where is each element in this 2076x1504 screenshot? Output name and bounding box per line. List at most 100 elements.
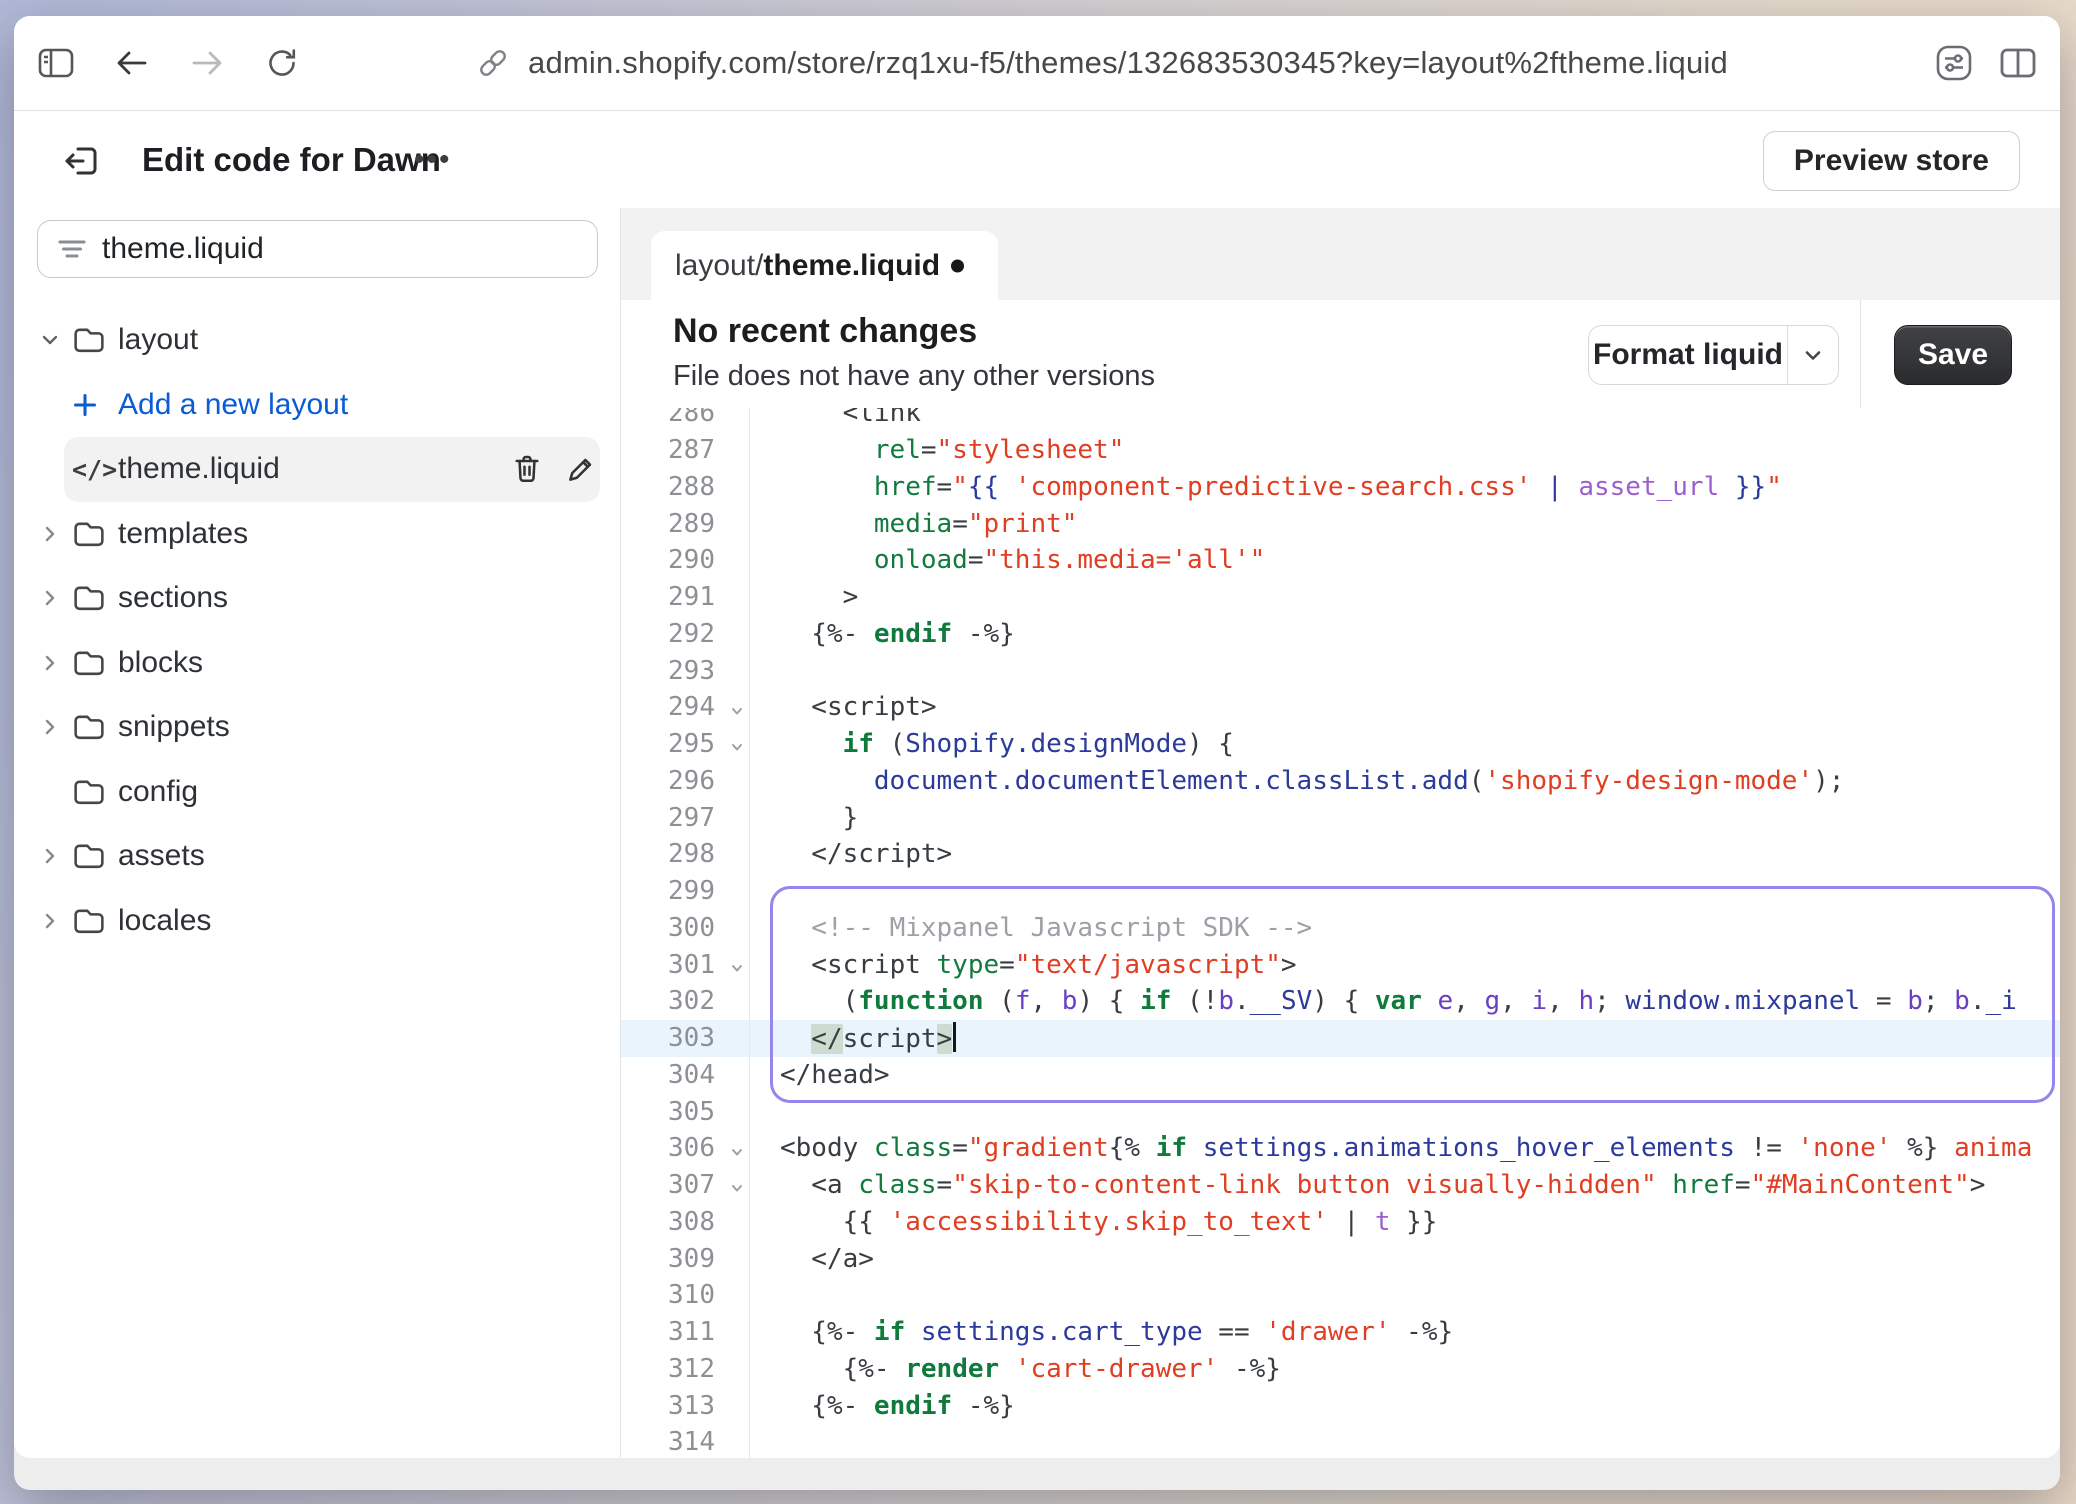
status-title: No recent changes	[673, 312, 1155, 351]
code-line-303[interactable]: 303</script>	[621, 1020, 2060, 1057]
file-search-input[interactable]: theme.liquid	[37, 220, 598, 278]
tab-theme-liquid[interactable]: layout/theme.liquid	[651, 231, 998, 300]
desktop-background: admin.shopify.com/store/rzq1xu-f5/themes…	[0, 0, 2076, 1504]
file-sidebar: theme.liquid layout Add a new layout </>th…	[14, 208, 621, 1458]
page-settings-button[interactable]	[1926, 16, 1982, 110]
expand-toggle[interactable]	[38, 844, 62, 868]
edit-file-button[interactable]	[559, 447, 603, 491]
code-line-308[interactable]: 308{{ 'accessibility.skip_to_text' | t }…	[621, 1204, 2060, 1241]
sidebar-item-label: config	[118, 775, 198, 809]
code-line-305[interactable]: 305	[621, 1093, 2060, 1130]
expand-toggle[interactable]	[38, 651, 62, 675]
code-line-293[interactable]: 293	[621, 652, 2060, 689]
tab-strip: layout/theme.liquid	[621, 208, 2060, 300]
back-icon	[115, 48, 149, 78]
more-actions-button[interactable]: •••	[414, 111, 452, 208]
format-options-toggle[interactable]	[1788, 326, 1838, 384]
chevron-right-icon	[40, 588, 60, 608]
code-line-290[interactable]: 290onload="this.media='all'"	[621, 542, 2060, 579]
sidebar-item-locales[interactable]: locales	[14, 889, 620, 954]
back-button[interactable]	[104, 16, 160, 110]
code-line-310[interactable]: 310	[621, 1277, 2060, 1314]
fold-toggle[interactable]	[729, 695, 745, 725]
line-number: 302	[621, 983, 749, 1020]
code-line-301[interactable]: 301<script type="text/javascript">	[621, 946, 2060, 983]
code-line-292[interactable]: 292{%- endif -%}	[621, 616, 2060, 653]
line-number: 292	[621, 616, 749, 653]
save-button[interactable]: Save	[1894, 325, 2012, 385]
sidebar-item-config[interactable]: config	[14, 760, 620, 825]
folder-icon	[72, 520, 106, 548]
sidebar-item-label: layout	[118, 323, 198, 357]
fold-toggle[interactable]	[729, 731, 745, 761]
sidebar-toggle-button[interactable]	[28, 16, 84, 110]
expand-toggle[interactable]	[38, 715, 62, 739]
expand-toggle[interactable]	[38, 909, 62, 933]
line-number: 288	[621, 469, 749, 506]
code-line-307[interactable]: 307<a class="skip-to-content-link button…	[621, 1167, 2060, 1204]
browser-window: admin.shopify.com/store/rzq1xu-f5/themes…	[14, 16, 2060, 1490]
browser-toolbar: admin.shopify.com/store/rzq1xu-f5/themes…	[14, 16, 2060, 111]
code-line-311[interactable]: 311{%- if settings.cart_type == 'drawer'…	[621, 1314, 2060, 1351]
sidebar-item-assets[interactable]: assets	[14, 824, 620, 889]
line-number: 296	[621, 763, 749, 800]
code-line-294[interactable]: 294<script>	[621, 689, 2060, 726]
code-line-296[interactable]: 296document.documentElement.classList.ad…	[621, 763, 2060, 800]
code-line-288[interactable]: 288href="{{ 'component-predictive-search…	[621, 469, 2060, 506]
gutter-separator	[749, 408, 750, 1458]
sidebar-item-snippets[interactable]: snippets	[14, 695, 620, 760]
line-number: 293	[621, 652, 749, 689]
code-line-286[interactable]: 286<link	[621, 408, 2060, 432]
line-number: 304	[621, 1057, 749, 1094]
code-line-295[interactable]: 295if (Shopify.designMode) {	[621, 726, 2060, 763]
code-line-291[interactable]: 291>	[621, 579, 2060, 616]
sidebar-toggle-icon	[38, 48, 74, 78]
folder-icon	[72, 713, 106, 741]
fold-toggle[interactable]	[729, 1172, 745, 1202]
sidebar-item-theme-liquid[interactable]: </>theme.liquid	[14, 437, 620, 502]
code-line-287[interactable]: 287rel="stylesheet"	[621, 432, 2060, 469]
code-line-312[interactable]: 312{%- render 'cart-drawer' -%}	[621, 1351, 2060, 1388]
code-line-304[interactable]: 304</head>	[621, 1057, 2060, 1094]
fold-toggle[interactable]	[729, 952, 745, 982]
code-line-309[interactable]: 309</a>	[621, 1240, 2060, 1277]
preview-store-button[interactable]: Preview store	[1763, 131, 2020, 191]
page-title: Edit code for Dawn	[142, 111, 441, 208]
sidebar-item-add-new-layout[interactable]: Add a new layout	[14, 373, 620, 438]
address-bar[interactable]: admin.shopify.com/store/rzq1xu-f5/themes…	[476, 16, 1728, 110]
exit-code-editor-button[interactable]	[54, 135, 110, 187]
code-line-300[interactable]: 300<!-- Mixpanel Javascript SDK -->	[621, 910, 2060, 947]
sidebar-item-label: assets	[118, 839, 205, 873]
sidebar-item-layout[interactable]: layout	[14, 308, 620, 373]
sidebar-item-label: Add a new layout	[118, 388, 348, 422]
fold-toggle[interactable]	[729, 1136, 745, 1166]
code-line-297[interactable]: 297}	[621, 799, 2060, 836]
unsaved-dot-icon	[951, 259, 964, 272]
sidebar-item-blocks[interactable]: blocks	[14, 631, 620, 696]
forward-button[interactable]	[179, 16, 235, 110]
code-line-289[interactable]: 289media="print"	[621, 505, 2060, 542]
code-line-306[interactable]: 306<body class="gradient{% if settings.a…	[621, 1130, 2060, 1167]
code-line-314[interactable]: 314	[621, 1424, 2060, 1458]
delete-file-button[interactable]	[505, 447, 549, 491]
line-number: 287	[621, 432, 749, 469]
expand-toggle[interactable]	[38, 586, 62, 610]
chevron-right-icon	[40, 911, 60, 931]
expand-toggle[interactable]	[38, 328, 62, 352]
search-value: theme.liquid	[102, 232, 264, 266]
sidebar-item-sections[interactable]: sections	[14, 566, 620, 631]
code-line-299[interactable]: 299	[621, 873, 2060, 910]
code-line-313[interactable]: 313{%- endif -%}	[621, 1387, 2060, 1424]
code-area[interactable]: 286<link287rel="stylesheet"288href="{{ '…	[621, 408, 2060, 1458]
format-liquid-button[interactable]: Format liquid	[1588, 325, 1839, 385]
tab-path-prefix: layout/	[675, 249, 763, 283]
reload-button[interactable]	[254, 16, 310, 110]
sidebar-item-templates[interactable]: templates	[14, 502, 620, 567]
expand-toggle[interactable]	[38, 522, 62, 546]
split-view-button[interactable]	[1990, 16, 2046, 110]
code-line-298[interactable]: 298</script>	[621, 836, 2060, 873]
split-view-icon	[2000, 48, 2036, 78]
text-cursor	[953, 1022, 956, 1052]
chevron-down-icon	[1801, 343, 1825, 367]
code-line-302[interactable]: 302(function (f, b) { if (!b.__SV) { var…	[621, 983, 2060, 1020]
